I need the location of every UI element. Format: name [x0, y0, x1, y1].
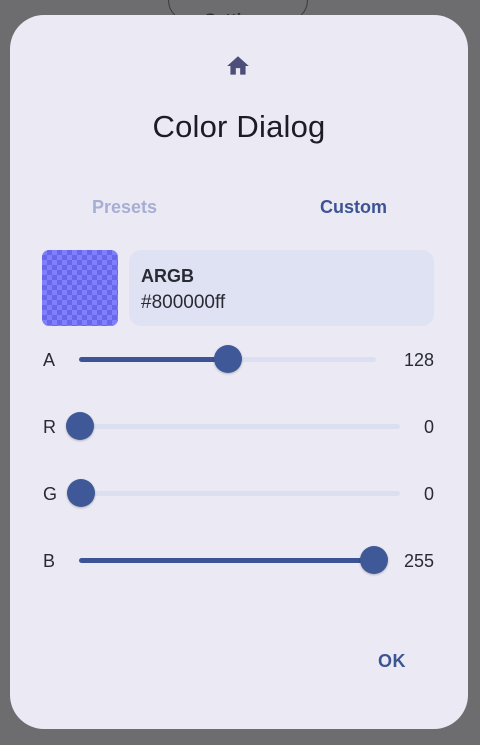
slider-label-blue: B	[43, 551, 56, 571]
color-format-label: ARGB	[141, 266, 194, 286]
slider-track-red[interactable]	[66, 412, 400, 440]
slider-row-green: G 0	[10, 474, 468, 514]
slider-fill-alpha	[79, 357, 229, 362]
dialog-title: Color Dialog	[152, 109, 326, 144]
slider-thumb-alpha[interactable]	[214, 345, 243, 373]
tab-custom[interactable]: Custom	[239, 197, 468, 218]
slider-row-blue: B 255	[10, 541, 468, 581]
color-dialog: Color Dialog Presets Custom ARGB #800000…	[10, 15, 468, 729]
color-code-card[interactable]: ARGB #800000ff	[129, 250, 434, 326]
slider-label-alpha: A	[43, 350, 56, 370]
tab-presets[interactable]: Presets	[10, 197, 239, 218]
slider-value-blue: 255	[403, 551, 434, 571]
color-hex-value: #800000ff	[141, 292, 226, 313]
slider-thumb-green[interactable]	[67, 479, 95, 507]
slider-label-green: G	[43, 484, 58, 504]
slider-thumb-red[interactable]	[66, 412, 94, 440]
slider-track-alpha[interactable]	[79, 345, 376, 373]
slider-row-red: R 0	[10, 407, 468, 447]
slider-track-blue[interactable]	[79, 546, 388, 574]
home-icon	[227, 56, 249, 75]
slider-label-red: R	[43, 417, 56, 437]
color-preview-swatch	[42, 250, 118, 326]
slider-thumb-blue[interactable]	[360, 546, 388, 574]
slider-fill-blue	[79, 558, 374, 563]
slider-value-red: 0	[423, 417, 434, 437]
slider-track-green[interactable]	[67, 479, 400, 507]
color-preview-fill	[42, 250, 118, 326]
ok-button[interactable]: OK	[362, 643, 422, 679]
slider-value-alpha: 128	[403, 350, 434, 370]
slider-value-green: 0	[423, 484, 434, 504]
slider-row-alpha: A 128	[10, 340, 468, 380]
